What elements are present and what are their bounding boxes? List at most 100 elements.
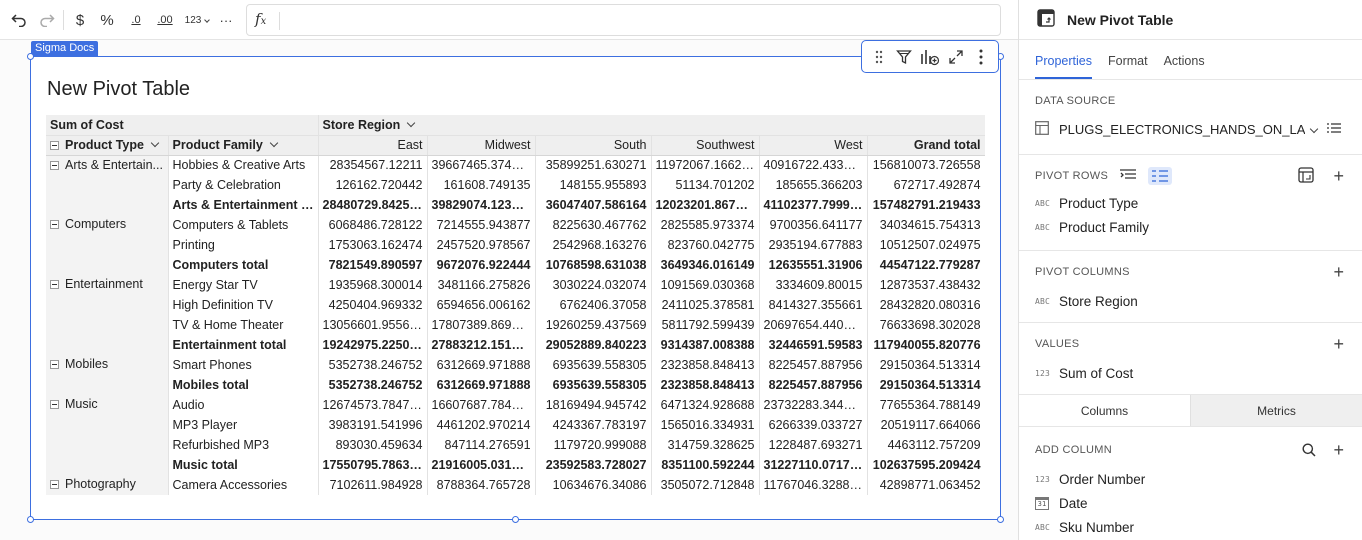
collapse-group-icon[interactable]: [50, 160, 59, 170]
value-cell[interactable]: 1935968.300014: [317, 275, 428, 295]
resize-handle[interactable]: [512, 516, 519, 523]
value-cell[interactable]: 19260259.437569: [535, 315, 652, 335]
grand-total-cell[interactable]: 77655364.788149: [867, 395, 985, 415]
grand-total-header[interactable]: Grand total: [867, 135, 985, 156]
value-cell[interactable]: 8788364.765728: [427, 475, 536, 495]
value-cell[interactable]: 2935194.677883: [759, 235, 868, 255]
value-cell[interactable]: 13056601.955694: [317, 315, 428, 335]
add-value-button[interactable]: +: [1333, 335, 1344, 353]
grand-total-cell[interactable]: 20519117.664066: [867, 415, 985, 435]
tab-properties[interactable]: Properties: [1035, 54, 1092, 79]
region-column-header[interactable]: South: [535, 135, 652, 156]
value-cell[interactable]: 6312669.971888: [427, 375, 536, 395]
value-cell[interactable]: 23592583.728027: [535, 455, 652, 475]
product-family-cell[interactable]: Entertainment total: [168, 335, 319, 355]
value-cell[interactable]: 2542968.163276: [535, 235, 652, 255]
grand-total-cell[interactable]: 28432820.080316: [867, 295, 985, 315]
grand-total-cell[interactable]: 672717.492874: [867, 175, 985, 195]
value-cell[interactable]: 10768598.631038: [535, 255, 652, 275]
value-cell[interactable]: 2457520.978567: [427, 235, 536, 255]
grand-total-cell[interactable]: 44547122.779287: [867, 255, 985, 275]
chevron-down-icon[interactable]: [407, 118, 416, 127]
grand-total-cell[interactable]: 29150364.513314: [867, 355, 985, 375]
value-cell[interactable]: 28480729.842552: [317, 195, 428, 215]
grand-total-cell[interactable]: 29150364.513314: [867, 375, 985, 395]
value-cell[interactable]: 17807389.869306: [427, 315, 536, 335]
tab-format[interactable]: Format: [1108, 54, 1148, 79]
collapse-group-icon[interactable]: [50, 400, 59, 409]
collapse-group-icon[interactable]: [50, 360, 59, 369]
value-cell[interactable]: 7102611.984928: [317, 475, 428, 495]
value-cell[interactable]: 9700356.641177: [759, 215, 868, 235]
product-type-cell[interactable]: Mobiles: [46, 355, 169, 395]
add-chart-icon[interactable]: [918, 45, 942, 69]
chevron-down-icon[interactable]: [269, 138, 279, 148]
row-field-header[interactable]: Product Type: [46, 135, 169, 156]
value-item[interactable]: 123 Sum of Cost: [1035, 361, 1346, 385]
product-family-cell[interactable]: High Definition TV: [168, 295, 319, 315]
product-family-cell[interactable]: Camera Accessories: [168, 475, 319, 495]
product-family-cell[interactable]: Audio: [168, 395, 319, 415]
product-type-cell[interactable]: Entertainment: [46, 275, 169, 355]
pivot-settings-icon[interactable]: [1298, 167, 1314, 186]
value-cell[interactable]: 41102377.799986: [759, 195, 868, 215]
add-pivot-column-button[interactable]: +: [1333, 263, 1344, 281]
value-cell[interactable]: 27883212.151295: [427, 335, 536, 355]
product-type-cell[interactable]: Music: [46, 395, 169, 475]
pivot-row-item[interactable]: ABC Product Family: [1035, 215, 1346, 239]
value-cell[interactable]: 1091569.030368: [651, 275, 760, 295]
value-cell[interactable]: 8414327.355661: [759, 295, 868, 315]
value-cell[interactable]: 6594656.006162: [427, 295, 536, 315]
expand-icon[interactable]: [944, 45, 968, 69]
value-cell[interactable]: 1565016.334931: [651, 415, 760, 435]
value-cell[interactable]: 823760.042775: [651, 235, 760, 255]
value-cell[interactable]: 847114.276591: [427, 435, 536, 455]
product-family-cell[interactable]: Arts & Entertainment total: [168, 195, 319, 215]
value-cell[interactable]: 3481166.275826: [427, 275, 536, 295]
currency-format-icon[interactable]: $: [72, 9, 88, 31]
value-cell[interactable]: 7214555.943877: [427, 215, 536, 235]
value-cell[interactable]: 4250404.969332: [317, 295, 428, 315]
list-view-icon[interactable]: [1327, 122, 1341, 137]
add-column-button[interactable]: +: [1333, 441, 1344, 459]
value-cell[interactable]: 29052889.840223: [535, 335, 652, 355]
product-family-cell[interactable]: Hobbies & Creative Arts: [168, 155, 319, 175]
product-type-cell[interactable]: Arts & Entertain...: [46, 155, 169, 215]
pivot-column-item[interactable]: ABC Store Region: [1035, 289, 1346, 313]
product-family-cell[interactable]: Energy Star TV: [168, 275, 319, 295]
product-family-cell[interactable]: Mobiles total: [168, 375, 319, 395]
value-cell[interactable]: 12023201.867425: [651, 195, 760, 215]
pivot-row-item[interactable]: ABC Product Type: [1035, 191, 1346, 215]
tab-actions[interactable]: Actions: [1164, 54, 1205, 79]
search-icon[interactable]: [1302, 443, 1316, 460]
product-family-cell[interactable]: Party & Celebration: [168, 175, 319, 195]
product-family-cell[interactable]: Music total: [168, 455, 319, 475]
region-column-header[interactable]: Southwest: [651, 135, 760, 156]
tab-columns[interactable]: Columns: [1019, 395, 1190, 426]
grand-total-cell[interactable]: 117940055.820776: [867, 335, 985, 355]
value-cell[interactable]: 185655.366203: [759, 175, 868, 195]
row-field-header[interactable]: Product Family: [168, 135, 319, 156]
value-cell[interactable]: 51134.701202: [651, 175, 760, 195]
value-cell[interactable]: 8225630.467762: [535, 215, 652, 235]
value-cell[interactable]: 6312669.971888: [427, 355, 536, 375]
grand-total-cell[interactable]: 12873537.438432: [867, 275, 985, 295]
value-cell[interactable]: 6935639.558305: [535, 375, 652, 395]
collapse-group-icon[interactable]: [50, 220, 59, 229]
product-family-cell[interactable]: Smart Phones: [168, 355, 319, 375]
value-cell[interactable]: 8225457.887956: [759, 355, 868, 375]
collapse-all-icon[interactable]: [50, 141, 59, 150]
value-cell[interactable]: 6068486.728122: [317, 215, 428, 235]
grand-total-cell[interactable]: 102637595.209424: [867, 455, 985, 475]
undo-icon[interactable]: [10, 9, 28, 31]
value-cell[interactable]: 39667465.374171: [427, 155, 536, 175]
value-cell[interactable]: 11972067.166223: [651, 155, 760, 175]
value-cell[interactable]: 3505072.712848: [651, 475, 760, 495]
value-cell[interactable]: 5811792.599439: [651, 315, 760, 335]
value-cell[interactable]: 16607687.784237: [427, 395, 536, 415]
formula-bar[interactable]: fx: [246, 4, 1001, 36]
value-cell[interactable]: 39829074.123306: [427, 195, 536, 215]
chevron-down-icon[interactable]: [150, 138, 160, 148]
filter-icon[interactable]: [892, 45, 916, 69]
value-cell[interactable]: 20697654.440019: [759, 315, 868, 335]
